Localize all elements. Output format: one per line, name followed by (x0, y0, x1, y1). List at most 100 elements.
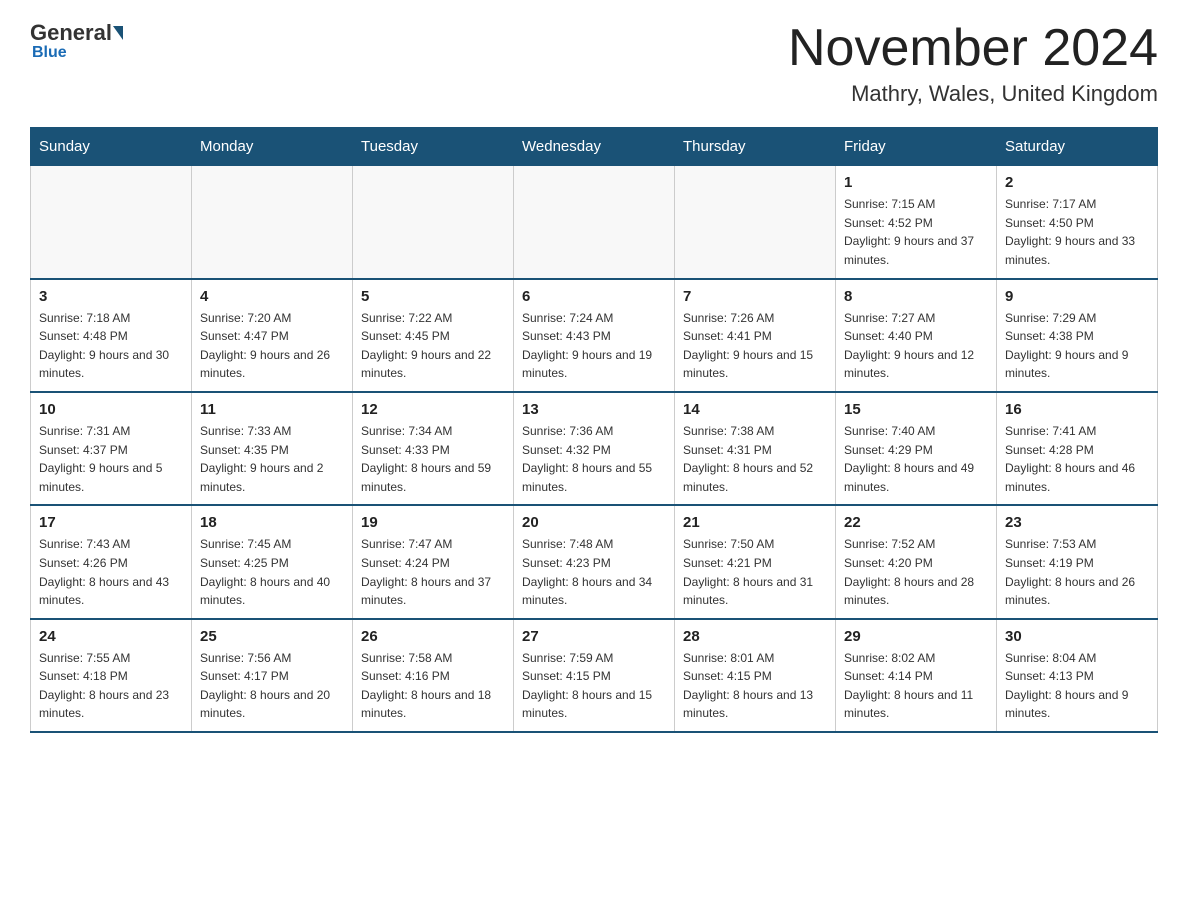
day-number: 5 (361, 288, 505, 305)
calendar-cell: 19Sunrise: 7:47 AMSunset: 4:24 PMDayligh… (353, 505, 514, 618)
calendar-cell: 26 Sunrise: 7:58 AMSunset: 4:16 PMDayligh… (353, 619, 514, 732)
day-number: 10 (39, 401, 183, 418)
day-info: Sunrise: 7:43 AMSunset: 4:26 PMDaylight:… (39, 535, 183, 609)
weekday-friday: Friday (836, 128, 997, 166)
day-info: Sunrise: 7:17 AMSunset: 4:50 PMDaylight:… (1005, 195, 1149, 269)
calendar-cell: 13 Sunrise: 7:36 AMSunset: 4:32 PMDayligh… (514, 392, 675, 505)
day-info: Sunrise: 7:33 AMSunset: 4:35 PMDaylight:… (200, 422, 344, 496)
logo-blue: Blue (32, 44, 67, 62)
calendar-cell: 27Sunrise: 7:59 AMSunset: 4:15 PMDayligh… (514, 619, 675, 732)
day-number: 8 (844, 288, 988, 305)
day-info: Sunrise: 7:45 AMSunset: 4:25 PMDaylight:… (200, 535, 344, 609)
day-info: Sunrise: 8:01 AMSunset: 4:15 PMDaylight:… (683, 649, 827, 723)
day-number: 1 (844, 174, 988, 191)
calendar-cell: 20Sunrise: 7:48 AMSunset: 4:23 PMDayligh… (514, 505, 675, 618)
day-number: 12 (361, 401, 505, 418)
calendar-cell: 5 Sunrise: 7:22 AMSunset: 4:45 PMDaylight… (353, 279, 514, 392)
calendar-cell: 28 Sunrise: 8:01 AMSunset: 4:15 PMDayligh… (675, 619, 836, 732)
day-info: Sunrise: 7:40 AMSunset: 4:29 PMDaylight:… (844, 422, 988, 496)
day-number: 20 (522, 514, 666, 531)
calendar-cell (353, 166, 514, 279)
calendar-cell: 7Sunrise: 7:26 AMSunset: 4:41 PMDaylight… (675, 279, 836, 392)
calendar-cell: 2 Sunrise: 7:17 AMSunset: 4:50 PMDaylight… (997, 166, 1158, 279)
day-number: 4 (200, 288, 344, 305)
day-number: 23 (1005, 514, 1149, 531)
calendar-cell: 24Sunrise: 7:55 AMSunset: 4:18 PMDayligh… (31, 619, 192, 732)
day-number: 28 (683, 628, 827, 645)
calendar-cell: 9 Sunrise: 7:29 AMSunset: 4:38 PMDaylight… (997, 279, 1158, 392)
day-info: Sunrise: 7:58 AMSunset: 4:16 PMDaylight:… (361, 649, 505, 723)
calendar-cell: 15 Sunrise: 7:40 AMSunset: 4:29 PMDayligh… (836, 392, 997, 505)
day-info: Sunrise: 7:20 AMSunset: 4:47 PMDaylight:… (200, 309, 344, 383)
day-info: Sunrise: 7:52 AMSunset: 4:20 PMDaylight:… (844, 535, 988, 609)
weekday-saturday: Saturday (997, 128, 1158, 166)
day-number: 14 (683, 401, 827, 418)
calendar-cell: 21 Sunrise: 7:50 AMSunset: 4:21 PMDayligh… (675, 505, 836, 618)
weekday-tuesday: Tuesday (353, 128, 514, 166)
calendar-cell: 6Sunrise: 7:24 AMSunset: 4:43 PMDaylight… (514, 279, 675, 392)
day-info: Sunrise: 7:59 AMSunset: 4:15 PMDaylight:… (522, 649, 666, 723)
calendar-week-5: 24Sunrise: 7:55 AMSunset: 4:18 PMDayligh… (31, 619, 1158, 732)
calendar-table: SundayMondayTuesdayWednesdayThursdayFrid… (30, 127, 1158, 733)
day-number: 22 (844, 514, 988, 531)
calendar-body: 1 Sunrise: 7:15 AMSunset: 4:52 PMDaylight… (31, 166, 1158, 732)
day-info: Sunrise: 7:22 AMSunset: 4:45 PMDaylight:… (361, 309, 505, 383)
page-header: General Blue November 2024 Mathry, Wales… (30, 20, 1158, 107)
day-info: Sunrise: 8:02 AMSunset: 4:14 PMDaylight:… (844, 649, 988, 723)
calendar-header: SundayMondayTuesdayWednesdayThursdayFrid… (31, 128, 1158, 166)
day-number: 17 (39, 514, 183, 531)
day-info: Sunrise: 7:27 AMSunset: 4:40 PMDaylight:… (844, 309, 988, 383)
day-info: Sunrise: 7:50 AMSunset: 4:21 PMDaylight:… (683, 535, 827, 609)
calendar-cell: 10 Sunrise: 7:31 AMSunset: 4:37 PMDayligh… (31, 392, 192, 505)
day-number: 24 (39, 628, 183, 645)
weekday-header-row: SundayMondayTuesdayWednesdayThursdayFrid… (31, 128, 1158, 166)
calendar-cell: 1 Sunrise: 7:15 AMSunset: 4:52 PMDaylight… (836, 166, 997, 279)
day-info: Sunrise: 7:31 AMSunset: 4:37 PMDaylight:… (39, 422, 183, 496)
logo-text: General (30, 20, 124, 46)
day-number: 15 (844, 401, 988, 418)
day-number: 29 (844, 628, 988, 645)
calendar-week-1: 1 Sunrise: 7:15 AMSunset: 4:52 PMDaylight… (31, 166, 1158, 279)
weekday-wednesday: Wednesday (514, 128, 675, 166)
calendar-cell: 12Sunrise: 7:34 AMSunset: 4:33 PMDayligh… (353, 392, 514, 505)
day-info: Sunrise: 8:04 AMSunset: 4:13 PMDaylight:… (1005, 649, 1149, 723)
day-info: Sunrise: 7:56 AMSunset: 4:17 PMDaylight:… (200, 649, 344, 723)
day-info: Sunrise: 7:24 AMSunset: 4:43 PMDaylight:… (522, 309, 666, 383)
calendar-cell: 23 Sunrise: 7:53 AMSunset: 4:19 PMDayligh… (997, 505, 1158, 618)
title-block: November 2024 Mathry, Wales, United King… (788, 20, 1158, 107)
calendar-cell: 29 Sunrise: 8:02 AMSunset: 4:14 PMDayligh… (836, 619, 997, 732)
weekday-monday: Monday (192, 128, 353, 166)
calendar-week-2: 3Sunrise: 7:18 AMSunset: 4:48 PMDaylight… (31, 279, 1158, 392)
logo-general: General (30, 20, 112, 46)
calendar-cell: 14 Sunrise: 7:38 AMSunset: 4:31 PMDayligh… (675, 392, 836, 505)
day-number: 13 (522, 401, 666, 418)
calendar-cell: 25 Sunrise: 7:56 AMSunset: 4:17 PMDayligh… (192, 619, 353, 732)
calendar-cell (31, 166, 192, 279)
logo-arrow-icon (113, 26, 123, 40)
day-number: 25 (200, 628, 344, 645)
day-number: 21 (683, 514, 827, 531)
day-number: 2 (1005, 174, 1149, 191)
logo: General Blue (30, 20, 124, 62)
calendar-cell (675, 166, 836, 279)
calendar-cell: 17 Sunrise: 7:43 AMSunset: 4:26 PMDayligh… (31, 505, 192, 618)
day-number: 7 (683, 288, 827, 305)
day-number: 11 (200, 401, 344, 418)
day-number: 30 (1005, 628, 1149, 645)
day-info: Sunrise: 7:38 AMSunset: 4:31 PMDaylight:… (683, 422, 827, 496)
calendar-cell: 8 Sunrise: 7:27 AMSunset: 4:40 PMDaylight… (836, 279, 997, 392)
day-info: Sunrise: 7:41 AMSunset: 4:28 PMDaylight:… (1005, 422, 1149, 496)
calendar-cell: 4 Sunrise: 7:20 AMSunset: 4:47 PMDaylight… (192, 279, 353, 392)
day-number: 18 (200, 514, 344, 531)
day-info: Sunrise: 7:15 AMSunset: 4:52 PMDaylight:… (844, 195, 988, 269)
day-number: 9 (1005, 288, 1149, 305)
day-info: Sunrise: 7:53 AMSunset: 4:19 PMDaylight:… (1005, 535, 1149, 609)
calendar-cell: 30 Sunrise: 8:04 AMSunset: 4:13 PMDayligh… (997, 619, 1158, 732)
day-info: Sunrise: 7:29 AMSunset: 4:38 PMDaylight:… (1005, 309, 1149, 383)
day-info: Sunrise: 7:36 AMSunset: 4:32 PMDaylight:… (522, 422, 666, 496)
day-number: 26 (361, 628, 505, 645)
day-number: 3 (39, 288, 183, 305)
calendar-cell: 3Sunrise: 7:18 AMSunset: 4:48 PMDaylight… (31, 279, 192, 392)
calendar-cell: 16Sunrise: 7:41 AMSunset: 4:28 PMDayligh… (997, 392, 1158, 505)
calendar-location: Mathry, Wales, United Kingdom (788, 81, 1158, 107)
